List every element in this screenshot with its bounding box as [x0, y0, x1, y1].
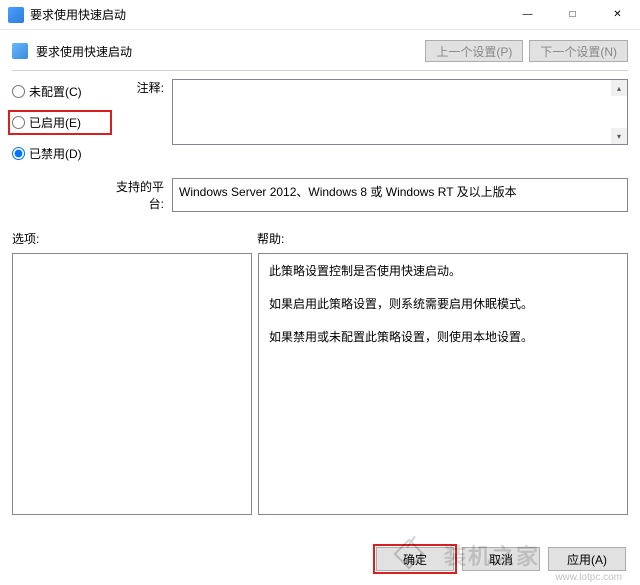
- watermark-url: www.lotpc.com: [555, 572, 622, 583]
- options-panel: [12, 253, 252, 515]
- body: 未配置(C) 已启用(E) 已禁用(D) 注释: ▴ ▾ 支持的平台: Wind…: [0, 79, 640, 515]
- policy-icon: [12, 43, 28, 59]
- radio-enabled-label: 已启用(E): [29, 114, 81, 131]
- next-setting-button[interactable]: 下一个设置(N): [529, 40, 628, 62]
- scroll-up-icon[interactable]: ▴: [611, 80, 627, 96]
- comment-textarea[interactable]: ▴ ▾: [172, 79, 628, 145]
- help-paragraph-2: 如果启用此策略设置，则系统需要启用休眠模式。: [269, 295, 617, 314]
- cancel-button[interactable]: 取消: [462, 547, 540, 571]
- radio-enabled-input[interactable]: [12, 116, 25, 129]
- ok-button[interactable]: 确定: [376, 547, 454, 571]
- radio-disabled-input[interactable]: [12, 147, 25, 160]
- radio-not-configured-input[interactable]: [12, 85, 25, 98]
- help-paragraph-1: 此策略设置控制是否使用快速启动。: [269, 262, 617, 281]
- policy-title: 要求使用快速启动: [36, 43, 419, 60]
- app-icon: [8, 7, 24, 23]
- platform-row: 支持的平台: Windows Server 2012、Windows 8 或 W…: [12, 178, 628, 212]
- radio-not-configured-label: 未配置(C): [29, 83, 82, 100]
- help-paragraph-3: 如果禁用或未配置此策略设置，则使用本地设置。: [269, 328, 617, 347]
- help-label: 帮助:: [257, 230, 628, 247]
- section-labels: 选项: 帮助:: [12, 230, 628, 247]
- radio-disabled-label: 已禁用(D): [29, 145, 82, 162]
- panels: 此策略设置控制是否使用快速启动。 如果启用此策略设置，则系统需要启用休眠模式。 …: [12, 253, 628, 515]
- titlebar: 要求使用快速启动 — □ ✕: [0, 0, 640, 30]
- window-title: 要求使用快速启动: [30, 6, 505, 23]
- previous-setting-button[interactable]: 上一个设置(P): [425, 40, 523, 62]
- radio-group: 未配置(C) 已启用(E) 已禁用(D): [12, 79, 112, 172]
- options-label: 选项:: [12, 230, 257, 247]
- close-button[interactable]: ✕: [595, 0, 640, 30]
- scroll-down-icon[interactable]: ▾: [611, 128, 627, 144]
- header: 要求使用快速启动 上一个设置(P) 下一个设置(N): [0, 30, 640, 70]
- comment-label: 注释:: [112, 79, 172, 172]
- minimize-button[interactable]: —: [505, 0, 550, 30]
- radio-disabled[interactable]: 已禁用(D): [12, 145, 112, 162]
- apply-button[interactable]: 应用(A): [548, 547, 626, 571]
- platform-label: 支持的平台:: [112, 178, 172, 212]
- window-controls: — □ ✕: [505, 0, 640, 30]
- help-panel: 此策略设置控制是否使用快速启动。 如果启用此策略设置，则系统需要启用休眠模式。 …: [258, 253, 628, 515]
- platform-text: Windows Server 2012、Windows 8 或 Windows …: [172, 178, 628, 212]
- maximize-button[interactable]: □: [550, 0, 595, 30]
- radio-not-configured[interactable]: 未配置(C): [12, 83, 112, 100]
- footer-buttons: 确定 取消 应用(A): [376, 547, 626, 571]
- radio-enabled[interactable]: 已启用(E): [8, 110, 112, 135]
- separator: [12, 70, 628, 71]
- config-row: 未配置(C) 已启用(E) 已禁用(D) 注释: ▴ ▾: [12, 79, 628, 172]
